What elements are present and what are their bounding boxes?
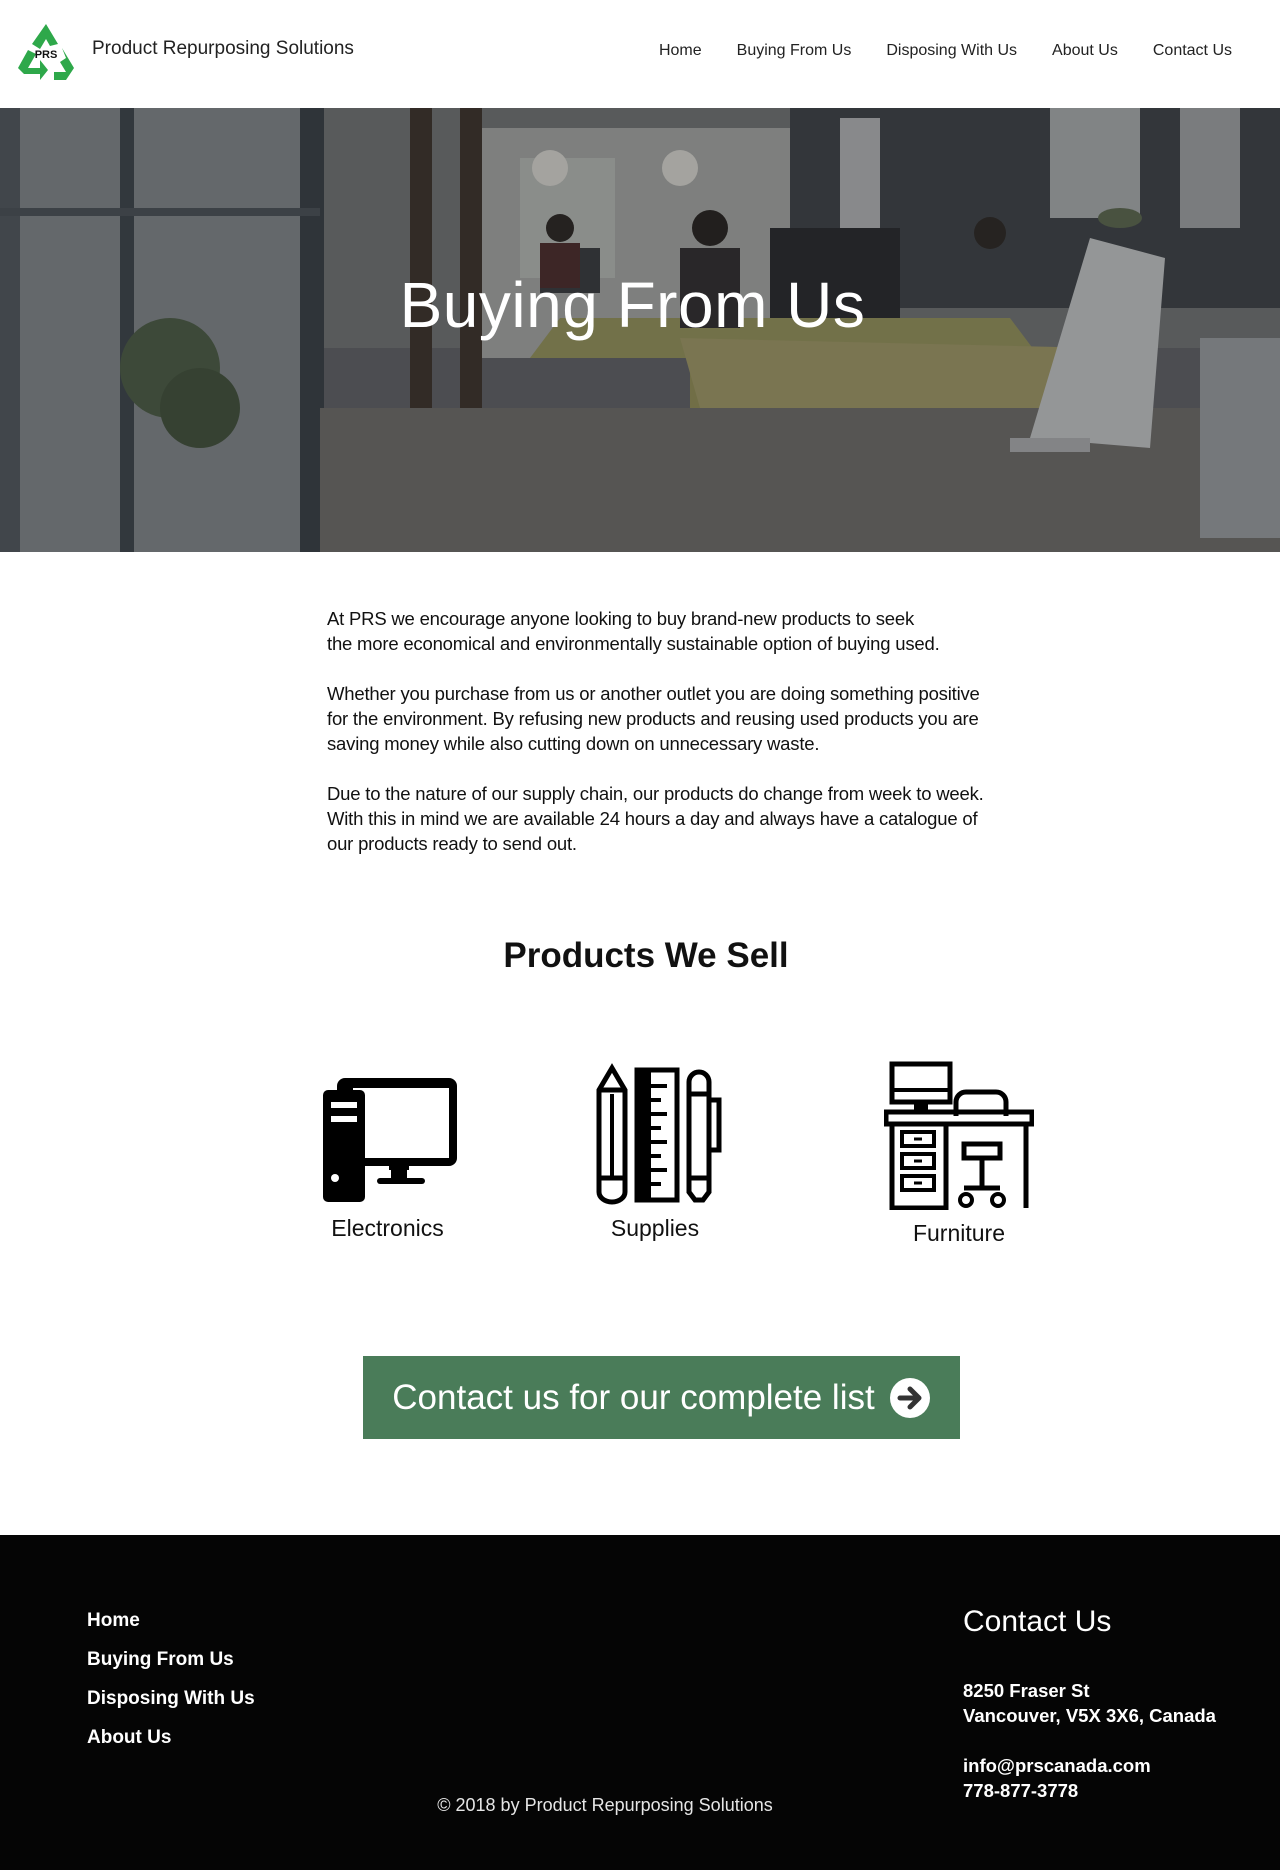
site-footer: Home Buying From Us Disposing With Us Ab… [0,1535,1280,1870]
nav-contact[interactable]: Contact Us [1153,42,1232,60]
email-link[interactable]: info@prscanada.com [963,1753,1216,1778]
text-line: Due to the nature of our supply chain, o… [327,783,984,804]
product-supplies: Supplies [585,1060,725,1242]
product-label: Supplies [610,1215,700,1241]
svg-text:PRS: PRS [35,49,58,61]
intro-paragraph: Whether you purchase from us or another … [327,681,1007,756]
nav-buying[interactable]: Buying From Us [737,42,852,60]
text-line: At PRS we encourage anyone looking to bu… [327,608,914,629]
recycle-logo-icon[interactable]: PRS [14,22,78,82]
text-line: saving money while also cutting down on … [327,733,820,754]
footer-nav-home[interactable]: Home [87,1610,255,1632]
footer-nav-about[interactable]: About Us [87,1727,255,1749]
intro-paragraph: At PRS we encourage anyone looking to bu… [327,606,1007,656]
desk-icon [884,1061,1034,1210]
text-line: With this in mind we are available 24 ho… [327,808,978,829]
text-line: Whether you purchase from us or another … [327,683,980,704]
product-furniture: Furniture [884,1060,1034,1247]
footer-contact-title: Contact Us [963,1605,1112,1638]
city-address: Vancouver, V5X 3X6, Canada [963,1705,1216,1726]
footer-nav-disposing[interactable]: Disposing With Us [87,1688,255,1710]
products-heading: Products We Sell [503,936,789,975]
intro-paragraph: Due to the nature of our supply chain, o… [327,781,1007,856]
stationery-icon [596,1063,722,1205]
nav-disposing[interactable]: Disposing With Us [886,42,1017,60]
text-line: our products ready to send out. [327,833,577,854]
product-label: Electronics [331,1215,444,1241]
product-electronics: Electronics [300,1060,475,1242]
copyright-text: © 2018 by Product Repurposing Solutions [437,1795,773,1815]
hero-banner: Buying From Us [0,108,1280,552]
main-nav: Home Buying From Us Disposing With Us Ab… [659,42,1232,60]
computer-icon [322,1078,457,1202]
nav-about[interactable]: About Us [1052,42,1118,60]
text-line: for the environment. By refusing new pro… [327,708,979,729]
arrow-right-circle-icon [889,1377,930,1418]
site-header: PRS Product Repurposing Solutions Home B… [0,0,1280,108]
page-title: Buying From Us [399,269,866,341]
product-label: Furniture [912,1220,1006,1246]
intro-text: At PRS we encourage anyone looking to bu… [327,606,1007,881]
footer-nav: Home Buying From Us Disposing With Us Ab… [87,1610,255,1766]
footer-address: 8250 Fraser St Vancouver, V5X 3X6, Canad… [963,1678,1216,1803]
text-line: the more economical and environmentally … [327,633,940,654]
footer-nav-buying[interactable]: Buying From Us [87,1649,255,1671]
street-address: 8250 Fraser St [963,1680,1090,1701]
contact-list-button[interactable]: Contact us for our complete list [363,1356,960,1439]
cta-label: Contact us for our complete list [392,1377,875,1417]
nav-home[interactable]: Home [659,42,702,60]
brand-name[interactable]: Product Repurposing Solutions [92,38,354,60]
